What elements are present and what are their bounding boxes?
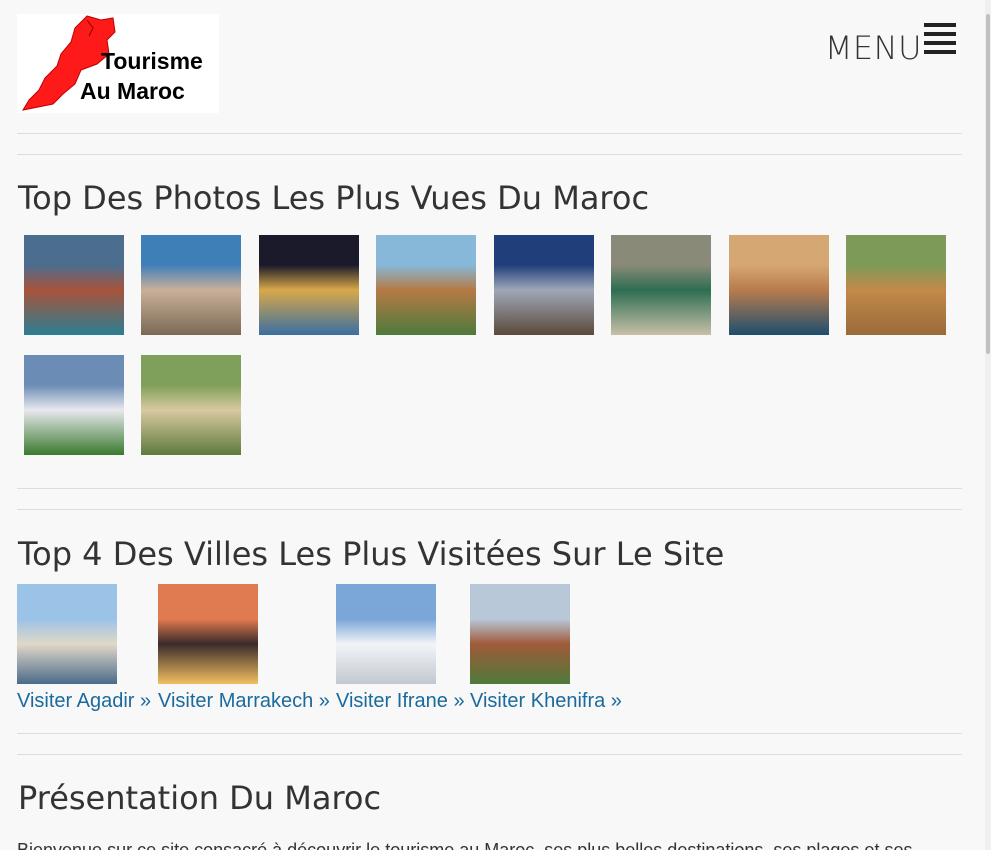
logo-text-line1: Tourisme xyxy=(101,48,203,74)
fountain-lights-photo[interactable] xyxy=(494,235,594,335)
presentation-title: Présentation Du Maroc xyxy=(18,779,382,817)
city-link-ifrane[interactable]: Visiter Ifrane » xyxy=(336,690,465,713)
desert-coast-photo[interactable] xyxy=(729,235,829,335)
city-link-khenifra[interactable]: Visiter Khenifra » xyxy=(470,690,622,713)
mosque-gate-night-photo[interactable] xyxy=(259,235,359,335)
divider xyxy=(17,509,962,510)
scrollbar-thumb[interactable] xyxy=(986,14,990,354)
menu-button[interactable]: MENU xyxy=(825,20,958,64)
city-link-agadir[interactable]: Visiter Agadir » xyxy=(17,690,151,713)
lion-resting-photo[interactable] xyxy=(846,235,946,335)
logo-text-line2: Au Maroc xyxy=(80,78,185,104)
agadir-city-photo[interactable] xyxy=(17,584,117,684)
divider xyxy=(17,733,962,734)
divider xyxy=(17,154,962,155)
divider xyxy=(17,488,962,489)
presentation-text: Bienvenue sur ce site consacré à découvr… xyxy=(17,840,913,850)
menu-label: MENU xyxy=(824,29,922,67)
atlas-mountains-photo[interactable] xyxy=(24,355,124,455)
divider xyxy=(17,754,962,755)
lioness-photo[interactable] xyxy=(141,355,241,455)
ifrane-city-photo[interactable] xyxy=(336,584,436,684)
divider xyxy=(17,133,962,134)
gorges-canyon-photo[interactable] xyxy=(24,235,124,335)
menara-pavilion-photo[interactable] xyxy=(376,235,476,335)
hamburger-icon xyxy=(924,20,958,56)
top-photos-title: Top Des Photos Les Plus Vues Du Maroc xyxy=(18,179,650,217)
agadir-bay-photo[interactable] xyxy=(141,235,241,335)
top-cities-title: Top 4 Des Villes Les Plus Visitées Sur L… xyxy=(18,535,725,573)
marrakech-city-photo[interactable] xyxy=(158,584,258,684)
site-header: Tourisme Au Maroc MENU xyxy=(0,0,985,134)
rock-pool-photo[interactable] xyxy=(611,235,711,335)
site-logo[interactable]: Tourisme Au Maroc xyxy=(17,14,219,113)
page-scrollbar[interactable] xyxy=(985,0,991,850)
city-link-marrakech[interactable]: Visiter Marrakech » xyxy=(158,690,330,713)
khenifra-city-photo[interactable] xyxy=(470,584,570,684)
